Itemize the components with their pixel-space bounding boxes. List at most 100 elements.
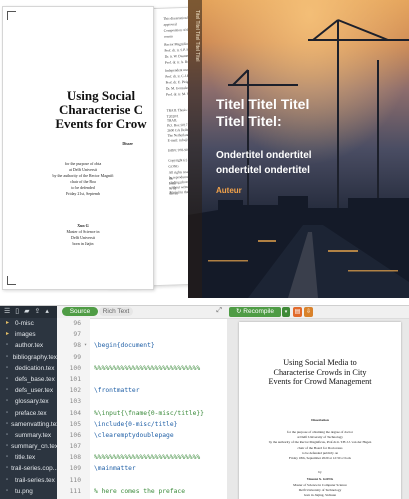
folder-icon: ▸ — [6, 331, 10, 338]
file-icon: ▫ — [6, 398, 9, 405]
code-line[interactable]: 106 \clearemptydoublepage — [57, 429, 227, 442]
file-item[interactable]: ▫ trail-series.cop... — [0, 463, 57, 474]
code-line[interactable]: 103 — [57, 396, 227, 408]
line-number: 97 — [57, 329, 84, 341]
line-text: \begin{document} — [94, 342, 155, 350]
line-number: 103 — [57, 396, 84, 408]
file-item[interactable]: ▫ summary.tex — [0, 430, 57, 441]
file-item[interactable]: ▫ title.tex — [0, 452, 57, 463]
recompile-label: Recompile — [243, 308, 274, 315]
line-text: \frontmatter — [94, 387, 140, 395]
file-item[interactable]: ▫ author.tex — [0, 340, 57, 351]
file-item[interactable]: ▫ defs_user.tex — [0, 385, 57, 396]
file-label: defs_user.tex — [15, 387, 54, 395]
code-line[interactable]: 108%%%%%%%%%%%%%%%%%%%%%%%%%%%% — [57, 452, 227, 464]
folder-icon: ▸ — [6, 320, 10, 326]
code-area[interactable]: 96 97 98 ▾ \begin{document} 99 100%%%%%%%%%%%%… — [57, 318, 227, 499]
line-text — [90, 352, 94, 363]
line-number: 111 — [57, 485, 84, 497]
code-line[interactable]: 97 — [57, 329, 227, 341]
file-label: dedication.tex — [15, 364, 55, 372]
folder-item[interactable]: ▸ 0-misc — [0, 318, 57, 329]
line-text: %%%%%%%%%%%%%%%%%%%%%%%%%%%% — [94, 454, 201, 462]
cover-page: Titel Titel Titel Titel Titel Titel Tite… — [188, 0, 409, 298]
file-label: samenvatting.tex — [11, 420, 57, 428]
new-folder-icon[interactable]: ▰ — [24, 306, 29, 318]
front-purpose: for the purpose of obta at Delft Univers… — [52, 161, 114, 196]
upload-icon[interactable]: ⇪ — [35, 306, 41, 318]
file-icon: ▫ — [6, 476, 9, 483]
file-label: summary.tex — [15, 431, 52, 439]
code-line[interactable]: 102 \frontmatter — [57, 385, 227, 397]
pdf-author-info: Master of Science in Computer Science De… — [293, 483, 347, 498]
line-text — [90, 374, 94, 385]
code-line[interactable]: 107 — [57, 441, 227, 453]
file-item[interactable]: ▫ defs_base.tex — [0, 374, 57, 385]
code-line[interactable]: 101 — [57, 373, 227, 386]
line-number: 98 — [57, 340, 84, 352]
folder-item[interactable]: ▸ images — [0, 329, 57, 340]
file-icon: ▫ — [6, 454, 9, 461]
line-text: % here comes the preface — [94, 487, 185, 495]
line-number: 106 — [57, 429, 84, 442]
file-icon: ▫ — [6, 465, 9, 472]
log-icon[interactable]: ▤ — [293, 307, 302, 317]
pdf-preview-panel: ↻ Recompile ▾ ▤ ⇩ Using Social Media to … — [227, 306, 409, 499]
pdf-purpose: for the purpose of obtaining the degree … — [268, 430, 372, 461]
download-icon[interactable]: ⇩ — [304, 307, 313, 317]
thesis-preview: This dissertation has been approved Compo… — [0, 0, 409, 300]
new-file-icon[interactable]: ▯ — [15, 306, 19, 318]
menu-icon[interactable]: ☰ — [4, 306, 10, 318]
file-icon: ▫ — [6, 353, 9, 360]
cover-author: Auteur — [216, 186, 242, 195]
file-item[interactable]: ▫ dedication.tex — [0, 363, 57, 374]
cover-spine: Titel Titel Titel Titel Titel — [188, 0, 202, 298]
line-text — [90, 329, 94, 340]
file-item[interactable]: ▫ summary_cn.tex — [0, 441, 57, 452]
code-line[interactable]: 100%%%%%%%%%%%%%%%%%%%%%%%%%%%% — [57, 362, 227, 374]
file-icon: ▫ — [6, 487, 9, 494]
file-label: bibliography.tex — [12, 353, 57, 361]
line-text — [90, 441, 94, 452]
file-icon: ▫ — [6, 409, 9, 416]
file-icon: ▫ — [6, 443, 9, 450]
file-label: title.tex — [15, 454, 36, 462]
file-icon: ▫ — [6, 420, 9, 427]
line-number: 101 — [57, 373, 84, 386]
line-number: 110 — [57, 474, 84, 486]
source-toggle[interactable]: Source — [62, 307, 98, 316]
code-line[interactable]: 110 — [57, 474, 227, 486]
code-line[interactable]: 111 % here comes the preface — [57, 485, 227, 497]
code-line[interactable]: 99 — [57, 351, 227, 363]
file-item[interactable]: ▫ glossary.tex — [0, 396, 57, 407]
file-item[interactable]: ▫ bibliography.tex — [0, 352, 57, 363]
file-label: tu.png — [15, 487, 33, 495]
file-item[interactable]: ▫ trail-series.tex — [0, 475, 57, 486]
source-editor-panel: Source Rich Text ⤢ 96 97 98 ▾ \begin{documen… — [57, 306, 228, 499]
rich-text-toggle[interactable]: Rich Text — [99, 307, 133, 316]
code-line[interactable]: 96 — [57, 318, 227, 330]
code-line[interactable]: 104 %\input{\fname{0-misc/title}} — [57, 407, 227, 419]
code-line[interactable]: 98 ▾ \begin{document} — [57, 340, 227, 352]
line-text: %%%%%%%%%%%%%%%%%%%%%%%%%%%% — [94, 364, 201, 372]
file-item[interactable]: ▫ tu.png — [0, 486, 57, 497]
collapse-icon[interactable]: ▴ — [45, 306, 49, 318]
recompile-button[interactable]: ↻ Recompile — [229, 307, 281, 317]
code-line[interactable]: 109 \mainmatter — [57, 463, 227, 475]
file-item[interactable]: ▫ samenvatting.tex — [0, 419, 57, 430]
front-diss-label: Disser — [122, 141, 133, 146]
file-item[interactable]: ▫ preface.tex — [0, 408, 57, 419]
line-number: 108 — [57, 452, 84, 464]
cover-title: Titel Titel Titel Titel Titel: — [216, 96, 310, 129]
file-label: trail-series.cop... — [11, 465, 57, 473]
file-icon: ▫ — [6, 375, 9, 382]
line-text — [90, 396, 94, 407]
line-number: 107 — [57, 441, 84, 453]
file-label: author.tex — [15, 342, 44, 350]
pdf-page[interactable]: Using Social Media to Characterise Crowd… — [239, 322, 401, 499]
code-line[interactable]: 105 \include{0-misc/title} — [57, 418, 227, 430]
file-tree: ▸ 0-misc ▸ images ▫ author.tex ▫ bibliography.t… — [0, 318, 57, 497]
file-icon: ▫ — [6, 431, 9, 438]
expand-icon[interactable]: ⤢ — [216, 307, 222, 315]
recompile-dropdown[interactable]: ▾ — [282, 307, 290, 317]
